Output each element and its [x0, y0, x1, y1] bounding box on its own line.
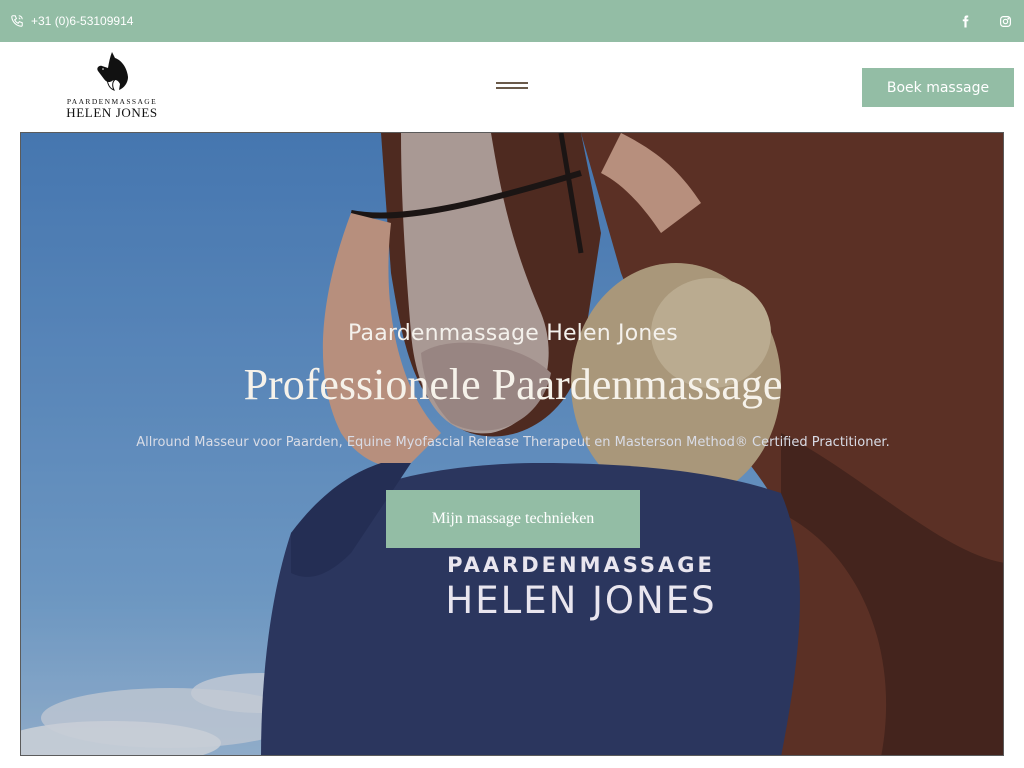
site-header: PAARDENMASSAGE HELEN JONES Boek massage: [0, 42, 1024, 132]
logo-text-bottom: HELEN JONES: [66, 105, 158, 120]
phone-number: +31 (0)6-53109914: [31, 14, 134, 28]
shirt-text-top: PAARDENMASSAGE: [447, 553, 715, 577]
social-links: [958, 14, 1014, 28]
hero-title: Professionele Paardenmassage: [243, 360, 783, 409]
hero-description: Allround Masseur voor Paarden, Equine My…: [136, 435, 890, 450]
hamburger-icon[interactable]: [496, 82, 528, 92]
instagram-icon[interactable]: [998, 14, 1012, 28]
massage-techniques-button[interactable]: Mijn massage technieken: [386, 490, 640, 548]
shirt-text-bottom: HELEN JONES: [445, 579, 717, 622]
shirt-print: PAARDENMASSAGE HELEN JONES: [411, 553, 751, 622]
phone-icon: [11, 15, 23, 27]
horse-logo-icon: [97, 52, 128, 91]
facebook-icon[interactable]: [958, 14, 972, 28]
hero-section: PAARDENMASSAGE HELEN JONES Paardenmassag…: [20, 132, 1004, 756]
book-massage-button[interactable]: Boek massage: [862, 68, 1014, 107]
phone-link[interactable]: +31 (0)6-53109914: [10, 14, 133, 28]
hero-subtitle: Paardenmassage Helen Jones: [348, 321, 678, 346]
top-bar: +31 (0)6-53109914: [0, 0, 1024, 42]
logo[interactable]: PAARDENMASSAGE HELEN JONES: [66, 50, 158, 122]
